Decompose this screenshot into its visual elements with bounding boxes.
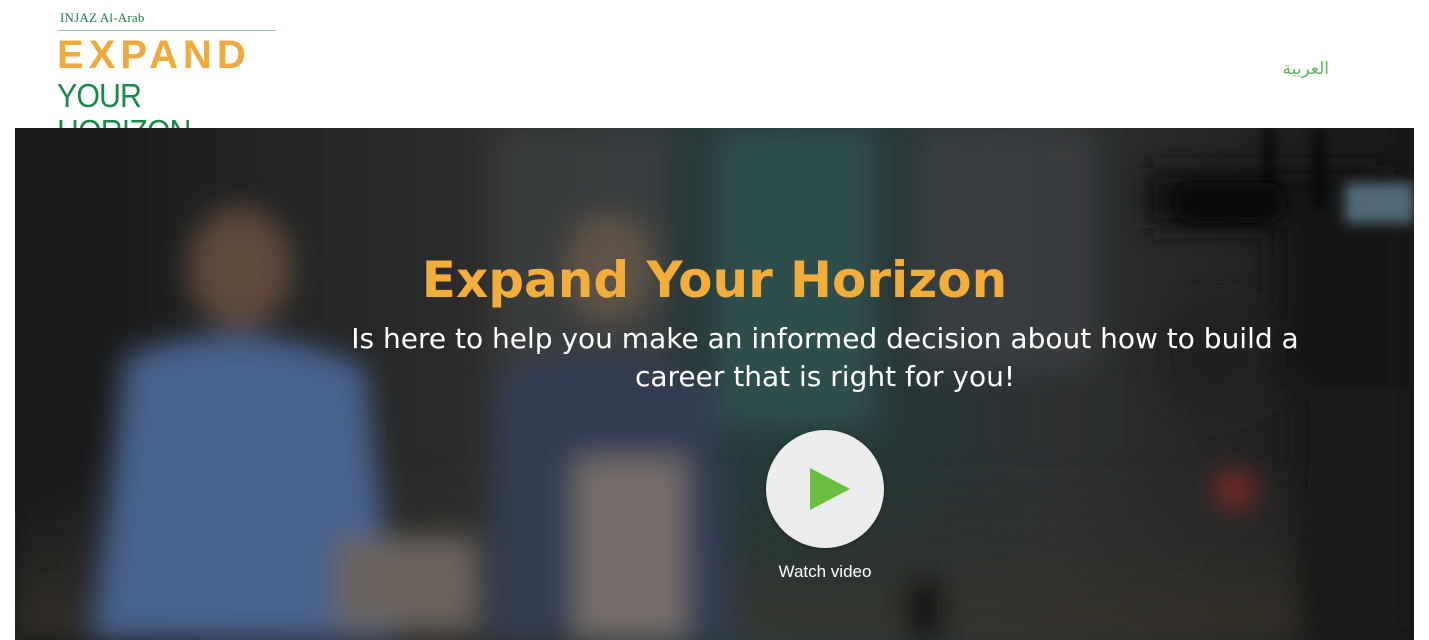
hero-title: Expand Your Horizon bbox=[421, 251, 1008, 309]
page: INJAZ Al-Arab EXPAND YOUR HORIZON العربي… bbox=[0, 0, 1429, 640]
play-icon bbox=[810, 468, 850, 510]
logo-divider bbox=[58, 30, 276, 31]
arabic-language-link[interactable]: العربية bbox=[1283, 59, 1329, 79]
hero-content: Expand Your Horizon Is here to help you … bbox=[15, 128, 1414, 640]
hero-subtitle: Is here to help you make an informed dec… bbox=[351, 322, 1299, 393]
logo-expand-text: EXPAND bbox=[57, 33, 251, 77]
site-header: INJAZ Al-Arab EXPAND YOUR HORIZON العربي… bbox=[0, 0, 1429, 150]
play-video-button[interactable] bbox=[766, 430, 884, 548]
logo-org-name: INJAZ Al-Arab bbox=[60, 10, 145, 25]
site-logo[interactable]: INJAZ Al-Arab EXPAND YOUR HORIZON bbox=[55, 8, 285, 150]
watch-video-label[interactable]: Watch video bbox=[725, 562, 925, 582]
hero-banner: Expand Your Horizon Is here to help you … bbox=[15, 128, 1414, 640]
